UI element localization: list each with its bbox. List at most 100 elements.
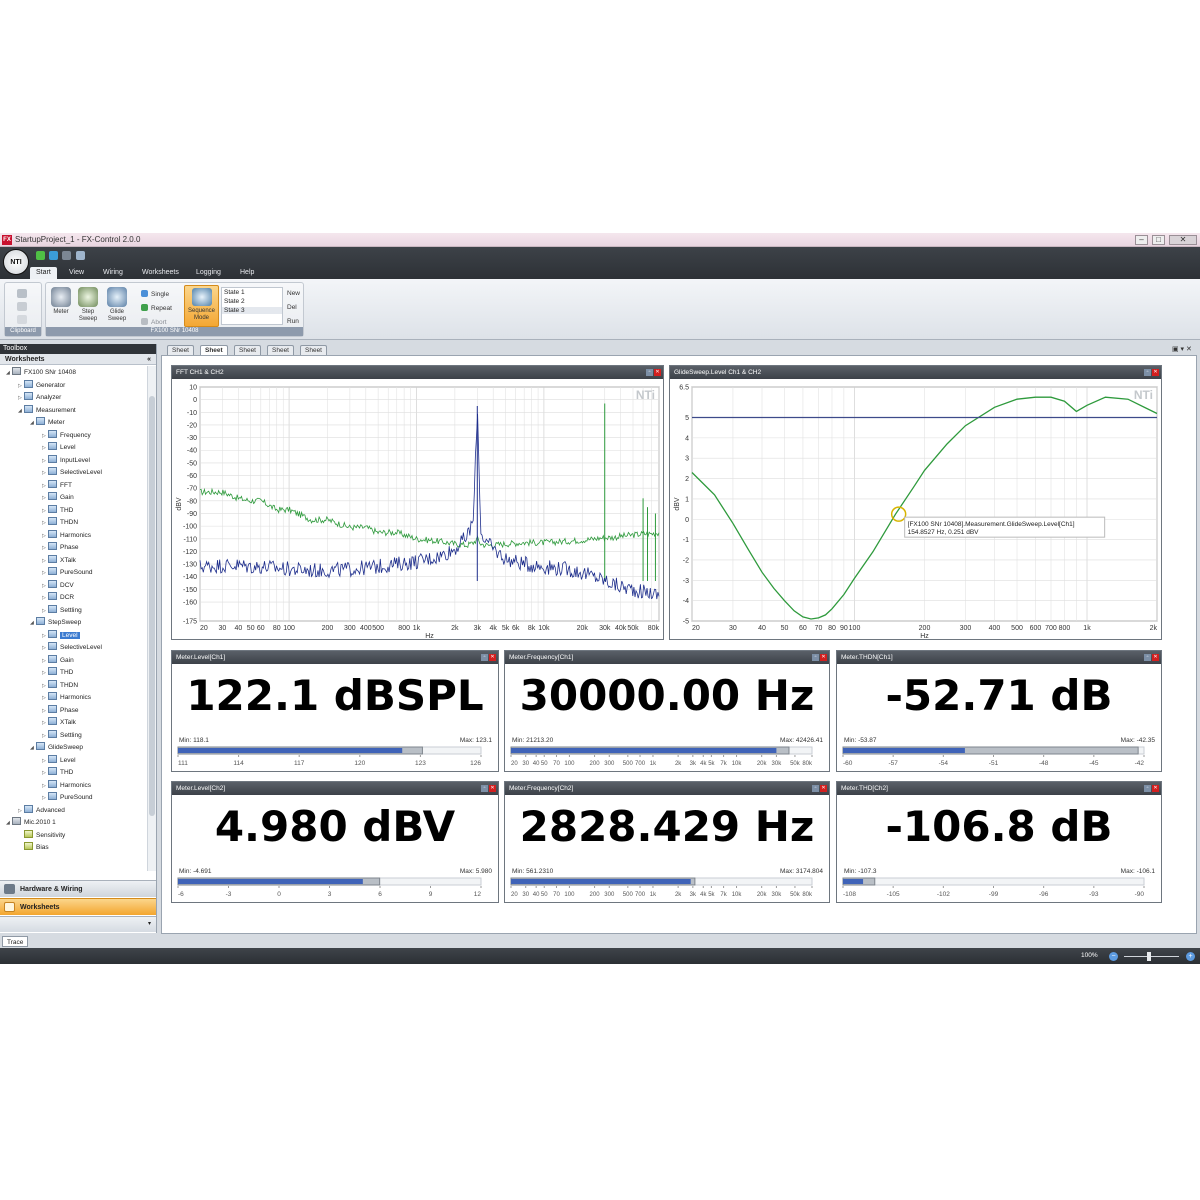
tree-item[interactable]: ▷ Generator (18, 379, 65, 392)
tree-item[interactable]: ▷ FFT (42, 479, 72, 492)
tree-item[interactable]: ▷ Harmonics (42, 779, 91, 792)
scrollbar-thumb[interactable] (149, 396, 155, 816)
tree-item[interactable]: ▷ Frequency (42, 429, 91, 442)
tree-item[interactable]: ▷ DCV (42, 579, 74, 592)
trace-tab[interactable]: Trace (2, 936, 29, 947)
meter-close-icon[interactable]: ✕ (1152, 785, 1159, 792)
tree-item[interactable]: ◢ GlideSweep (30, 742, 83, 754)
tree-item[interactable]: ▷ Harmonics (42, 529, 91, 542)
tree-item[interactable]: Sensitivity (18, 829, 65, 842)
tree-item[interactable]: ▷ Gain (42, 492, 74, 504)
run-icon[interactable] (36, 251, 45, 260)
minimize-button[interactable]: – (1135, 235, 1148, 245)
tree-item[interactable]: ◢ StepSweep (30, 617, 81, 629)
tree-item[interactable]: ▷ Level (42, 442, 76, 454)
tab-wiring[interactable]: Wiring (97, 267, 129, 279)
tree-item[interactable]: ▷ SelectiveLevel (42, 642, 102, 654)
meter-options-icon[interactable]: ▫ (812, 785, 819, 792)
meter-button[interactable]: Meter (48, 287, 74, 316)
glidesweep-pane-options-icon[interactable]: ▫ (1144, 369, 1151, 376)
tree-item[interactable]: ▷ Settling (42, 604, 82, 617)
tree-item[interactable]: ▷ THDN (42, 679, 78, 692)
tree-item[interactable]: ▷ THD (42, 667, 73, 679)
new-state-button[interactable]: New (287, 290, 300, 297)
tree-scrollbar[interactable] (147, 366, 156, 871)
fft-pane-close-icon[interactable]: ✕ (654, 369, 661, 376)
glidesweep-pane-close-icon[interactable]: ✕ (1152, 369, 1159, 376)
tree-item[interactable]: ▷ Advanced (18, 804, 65, 817)
meter-options-icon[interactable]: ▫ (1144, 785, 1151, 792)
refresh-icon[interactable] (49, 251, 58, 260)
tab-help[interactable]: Help (234, 267, 260, 279)
zoom-in-icon[interactable]: + (1186, 952, 1195, 961)
tree-item[interactable]: ▷ Level (42, 629, 80, 642)
repeat-button[interactable]: Repeat (141, 304, 172, 312)
tree-item[interactable]: ▷ Harmonics (42, 692, 91, 704)
tree-item[interactable]: ◢ Meter (30, 417, 65, 429)
tree-item[interactable]: ◢ Measurement (18, 404, 76, 417)
tree-item[interactable]: ▷ THD (42, 504, 73, 517)
tree-item[interactable]: ▷ PureSound (42, 567, 93, 579)
single-button[interactable]: Single (141, 290, 169, 298)
meter-close-icon[interactable]: ✕ (489, 654, 496, 661)
cut-icon[interactable] (17, 289, 27, 298)
meter-close-icon[interactable]: ✕ (820, 654, 827, 661)
meter-options-icon[interactable]: ▫ (1144, 654, 1151, 661)
state-list[interactable]: State 1 State 2 State 3 (221, 287, 283, 325)
tree-item[interactable]: ◢ FX100 SNr 10408 (6, 367, 76, 379)
meter-options-icon[interactable]: ▫ (812, 654, 819, 661)
state-item[interactable]: State 2 (224, 298, 245, 305)
collapse-icon[interactable]: « (147, 354, 151, 365)
zoom-slider-thumb[interactable] (1147, 952, 1151, 961)
state-item[interactable]: State 3 (222, 307, 282, 314)
tree-item[interactable]: ▷ Analyzer (18, 392, 61, 404)
tree-item[interactable]: ▷ Gain (42, 654, 74, 667)
tab-view[interactable]: View (63, 267, 90, 279)
maximize-button[interactable]: □ (1152, 235, 1165, 245)
zoom-slider[interactable] (1124, 956, 1179, 957)
tree-item[interactable]: ▷ XTalk (42, 717, 76, 729)
tab-worksheets[interactable]: Worksheets (136, 267, 185, 279)
chevron-down-icon[interactable]: ▾ (148, 920, 151, 927)
meter-options-icon[interactable]: ▫ (481, 785, 488, 792)
tree-item[interactable]: Bias (18, 842, 49, 854)
tree-item[interactable]: ▷ Phase (42, 704, 78, 717)
close-window-button[interactable]: ✕ (1169, 235, 1197, 245)
meter-close-icon[interactable]: ✕ (820, 785, 827, 792)
save-icon[interactable] (76, 251, 85, 260)
meter-close-icon[interactable]: ✕ (489, 785, 496, 792)
tree-item[interactable]: ▷ Phase (42, 542, 78, 554)
meter-close-icon[interactable]: ✕ (1152, 654, 1159, 661)
tree-item[interactable]: ▷ Settling (42, 729, 82, 742)
copy-icon[interactable] (17, 302, 27, 311)
panel-controls[interactable]: ▣ ▾ ✕ (1172, 345, 1192, 353)
tab-sheet-1[interactable]: Sheet 1 (167, 345, 194, 364)
nav-overflow[interactable]: ▾ (0, 916, 156, 932)
meter-options-icon[interactable]: ▫ (481, 654, 488, 661)
tree-item[interactable]: ▷ THDN (42, 517, 78, 529)
delete-state-button[interactable]: Del (287, 304, 297, 311)
state-item[interactable]: State 1 (224, 289, 245, 296)
tree-item[interactable]: ◢ Mic.2010 1 (6, 817, 56, 829)
tree-item[interactable]: ▷ InputLevel (42, 454, 90, 467)
tab-sheet-2[interactable]: Sheet 2 (200, 345, 228, 364)
nav-worksheets[interactable]: Worksheets (0, 898, 156, 915)
tab-sheet-5[interactable]: Sheet 5 (300, 345, 327, 364)
tab-start[interactable]: Start (30, 267, 57, 279)
nti-logo[interactable]: NTI (3, 249, 29, 275)
tab-sheet-4[interactable]: Sheet 4 (267, 345, 294, 364)
tree-item[interactable]: ▷ DCR (42, 592, 74, 604)
step-sweep-button[interactable]: Step Sweep (75, 287, 101, 323)
glide-sweep-button[interactable]: Glide Sweep (104, 287, 130, 323)
run-state-button[interactable]: Run (287, 318, 299, 325)
tree-item[interactable]: ▷ SelectiveLevel (42, 467, 102, 479)
nav-hardware-wiring[interactable]: Hardware & Wiring (0, 880, 156, 897)
abort-button[interactable]: Abort (141, 318, 167, 326)
tree-item[interactable]: ▷ THD (42, 767, 73, 779)
fft-pane-options-icon[interactable]: ▫ (646, 369, 653, 376)
zoom-out-icon[interactable]: − (1109, 952, 1118, 961)
sequence-mode-button[interactable]: Sequence Mode (184, 285, 219, 327)
paste-icon[interactable] (17, 315, 27, 324)
tree-item[interactable]: ▷ Level (42, 754, 76, 767)
tab-sheet-3[interactable]: Sheet 3 (234, 345, 261, 364)
